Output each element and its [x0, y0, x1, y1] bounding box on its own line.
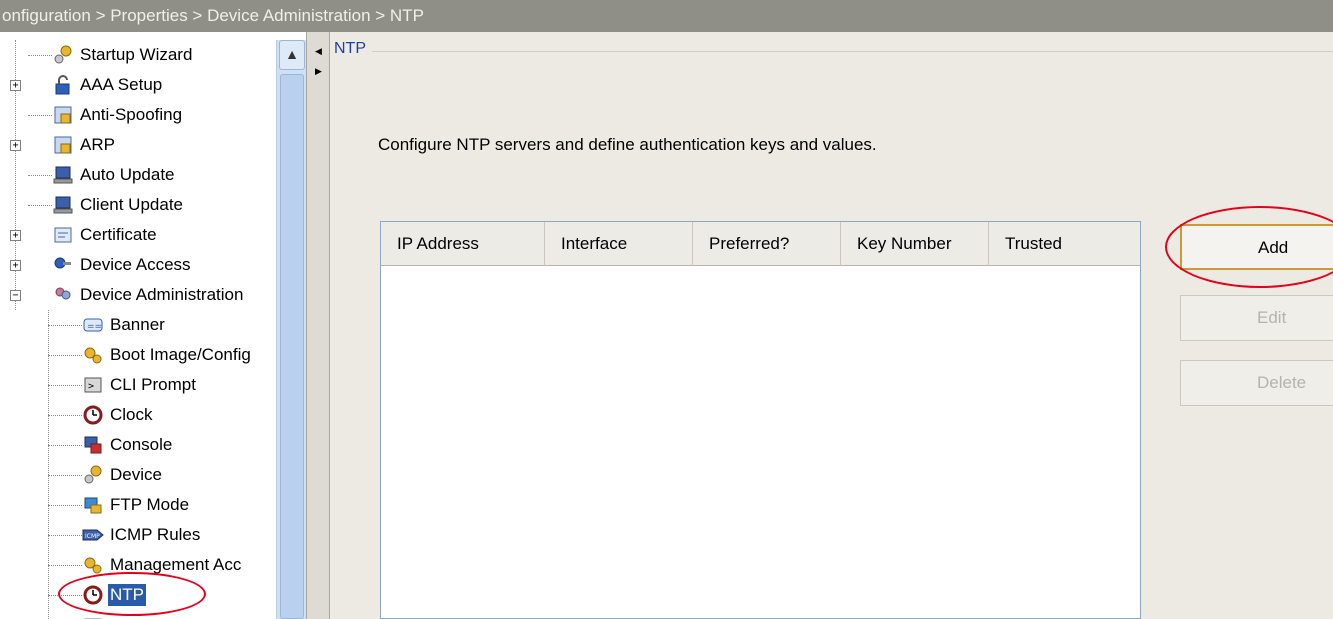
sidebar-item-anti-spoofing[interactable]: Anti-Spoofing: [52, 100, 184, 130]
sidebar-item-label: Startup Wizard: [80, 45, 193, 64]
tree-line: [48, 535, 82, 536]
svg-text:==: ==: [87, 322, 102, 332]
sidebar-item-label: Auto Update: [80, 165, 175, 184]
sidebar-item-label: Device: [110, 465, 162, 484]
sidebar-item-client-update[interactable]: Client Update: [52, 190, 185, 220]
sidebar-item-label: ARP: [80, 135, 115, 154]
column-header-ip-address[interactable]: IP Address: [381, 222, 545, 266]
svg-text:ICMP: ICMP: [85, 533, 100, 540]
sidebar-item-label: Clock: [110, 405, 153, 424]
truncated-icon: [82, 615, 104, 619]
sidebar-item-device-administration[interactable]: − Device Administration: [8, 280, 245, 310]
sidebar-item-label: FTP Mode: [110, 495, 190, 514]
sidebar-item-boot-image-config[interactable]: Boot Image/Config: [82, 340, 253, 370]
sidebar-item-arp[interactable]: + ARP: [8, 130, 117, 160]
sidebar-item-banner[interactable]: == Banner: [82, 310, 167, 340]
annotation-circle: [58, 572, 206, 616]
expand-icon[interactable]: +: [10, 259, 21, 271]
tree-line: [48, 445, 82, 446]
panel-divider[interactable]: ◀ ▶: [306, 32, 330, 619]
sidebar-item-label: ICMP Rules: [110, 525, 201, 544]
tree-line: [48, 415, 82, 416]
wizard-icon: [82, 465, 104, 485]
sidebar-item-cli-prompt[interactable]: > CLI Prompt: [82, 370, 198, 400]
sidebar-scrollbar[interactable]: ▲: [276, 40, 306, 619]
panel-description: Configure NTP servers and define authent…: [378, 135, 877, 154]
console-icon: [82, 435, 104, 455]
edit-button[interactable]: Edit: [1180, 295, 1333, 341]
collapse-icon[interactable]: −: [10, 289, 21, 301]
svg-text:>: >: [88, 381, 94, 392]
tree-line: [28, 205, 52, 206]
panel-title: NTP: [334, 40, 366, 57]
key-icon: [52, 255, 74, 275]
column-header-trusted[interactable]: Trusted: [989, 222, 1140, 266]
tree-line: [48, 325, 82, 326]
sidebar-item-aaa-setup[interactable]: + AAA Setup: [8, 70, 164, 100]
expand-icon[interactable]: +: [10, 79, 21, 91]
computer-icon: [52, 195, 74, 215]
tree-line: [48, 565, 82, 566]
table-header: IP Address Interface Preferred? Key Numb…: [381, 222, 1140, 266]
icmp-icon: ICMP: [82, 525, 104, 545]
clock-icon: [82, 405, 104, 425]
tree-line: [48, 505, 82, 506]
ntp-server-table[interactable]: IP Address Interface Preferred? Key Numb…: [380, 221, 1141, 619]
banner-icon: ==: [82, 315, 104, 335]
gears-icon: [82, 345, 104, 365]
tree-line: [48, 310, 49, 619]
sidebar-item-label: Device Administration: [80, 285, 244, 304]
tree-line: [48, 475, 82, 476]
sidebar-item-icmp-rules[interactable]: ICMP ICMP Rules: [82, 520, 202, 550]
expand-icon[interactable]: +: [10, 229, 21, 241]
gears-icon: [82, 555, 104, 575]
sidebar-item-label: AAA Setup: [80, 75, 163, 94]
sidebar-item-label: Client Update: [80, 195, 184, 214]
sidebar-item-startup-wizard[interactable]: Startup Wizard: [52, 40, 194, 70]
column-header-key-number[interactable]: Key Number: [841, 222, 989, 266]
sidebar-item-label: Anti-Spoofing: [80, 105, 183, 124]
sidebar-item-label: Certificate: [80, 225, 157, 244]
panel-title-rule: [372, 51, 1333, 52]
scroll-up-icon[interactable]: ▲: [279, 40, 305, 70]
delete-button[interactable]: Delete: [1180, 360, 1333, 406]
sidebar-item-certificate[interactable]: + Certificate: [8, 220, 159, 250]
tree-line: [48, 355, 82, 356]
certificate-icon: [52, 225, 74, 245]
column-header-preferred[interactable]: Preferred?: [693, 222, 841, 266]
sidebar-item-device-access[interactable]: + Device Access: [8, 250, 193, 280]
collapse-left-icon[interactable]: ◀: [315, 46, 322, 57]
navigation-tree: Startup Wizard + AAA Setup Anti-Spoofing…: [8, 40, 276, 619]
shield-config-icon: [52, 105, 74, 125]
computer-icon: [52, 165, 74, 185]
tree-line: [48, 385, 82, 386]
sidebar-item-label: Boot Image/Config: [110, 345, 251, 364]
expand-right-icon[interactable]: ▶: [315, 66, 322, 77]
ftp-icon: [82, 495, 104, 515]
column-header-interface[interactable]: Interface: [545, 222, 693, 266]
sidebar-item-console[interactable]: Console: [82, 430, 174, 460]
sidebar-item-ftp-mode[interactable]: FTP Mode: [82, 490, 191, 520]
terminal-icon: >: [82, 375, 104, 395]
sidebar-item-label: Banner: [110, 315, 165, 334]
scroll-thumb[interactable]: [280, 74, 304, 619]
breadcrumb: onfiguration > Properties > Device Admin…: [0, 0, 1333, 32]
sidebar-item-label: Console: [110, 435, 173, 454]
tree-line: [28, 115, 52, 116]
tree-line: [28, 175, 52, 176]
sidebar-item-device[interactable]: Device: [82, 460, 164, 490]
tree-line: [28, 55, 52, 56]
sidebar-item-label: CLI Prompt: [110, 375, 196, 394]
arp-icon: [52, 135, 74, 155]
sidebar-item-label: Device Access: [80, 255, 191, 274]
lock-icon: [52, 75, 74, 95]
users-icon: [52, 285, 74, 305]
sidebar-item-clock[interactable]: Clock: [82, 400, 155, 430]
wizard-icon: [52, 45, 74, 65]
expand-icon[interactable]: +: [10, 139, 21, 151]
sidebar-item-auto-update[interactable]: Auto Update: [52, 160, 177, 190]
